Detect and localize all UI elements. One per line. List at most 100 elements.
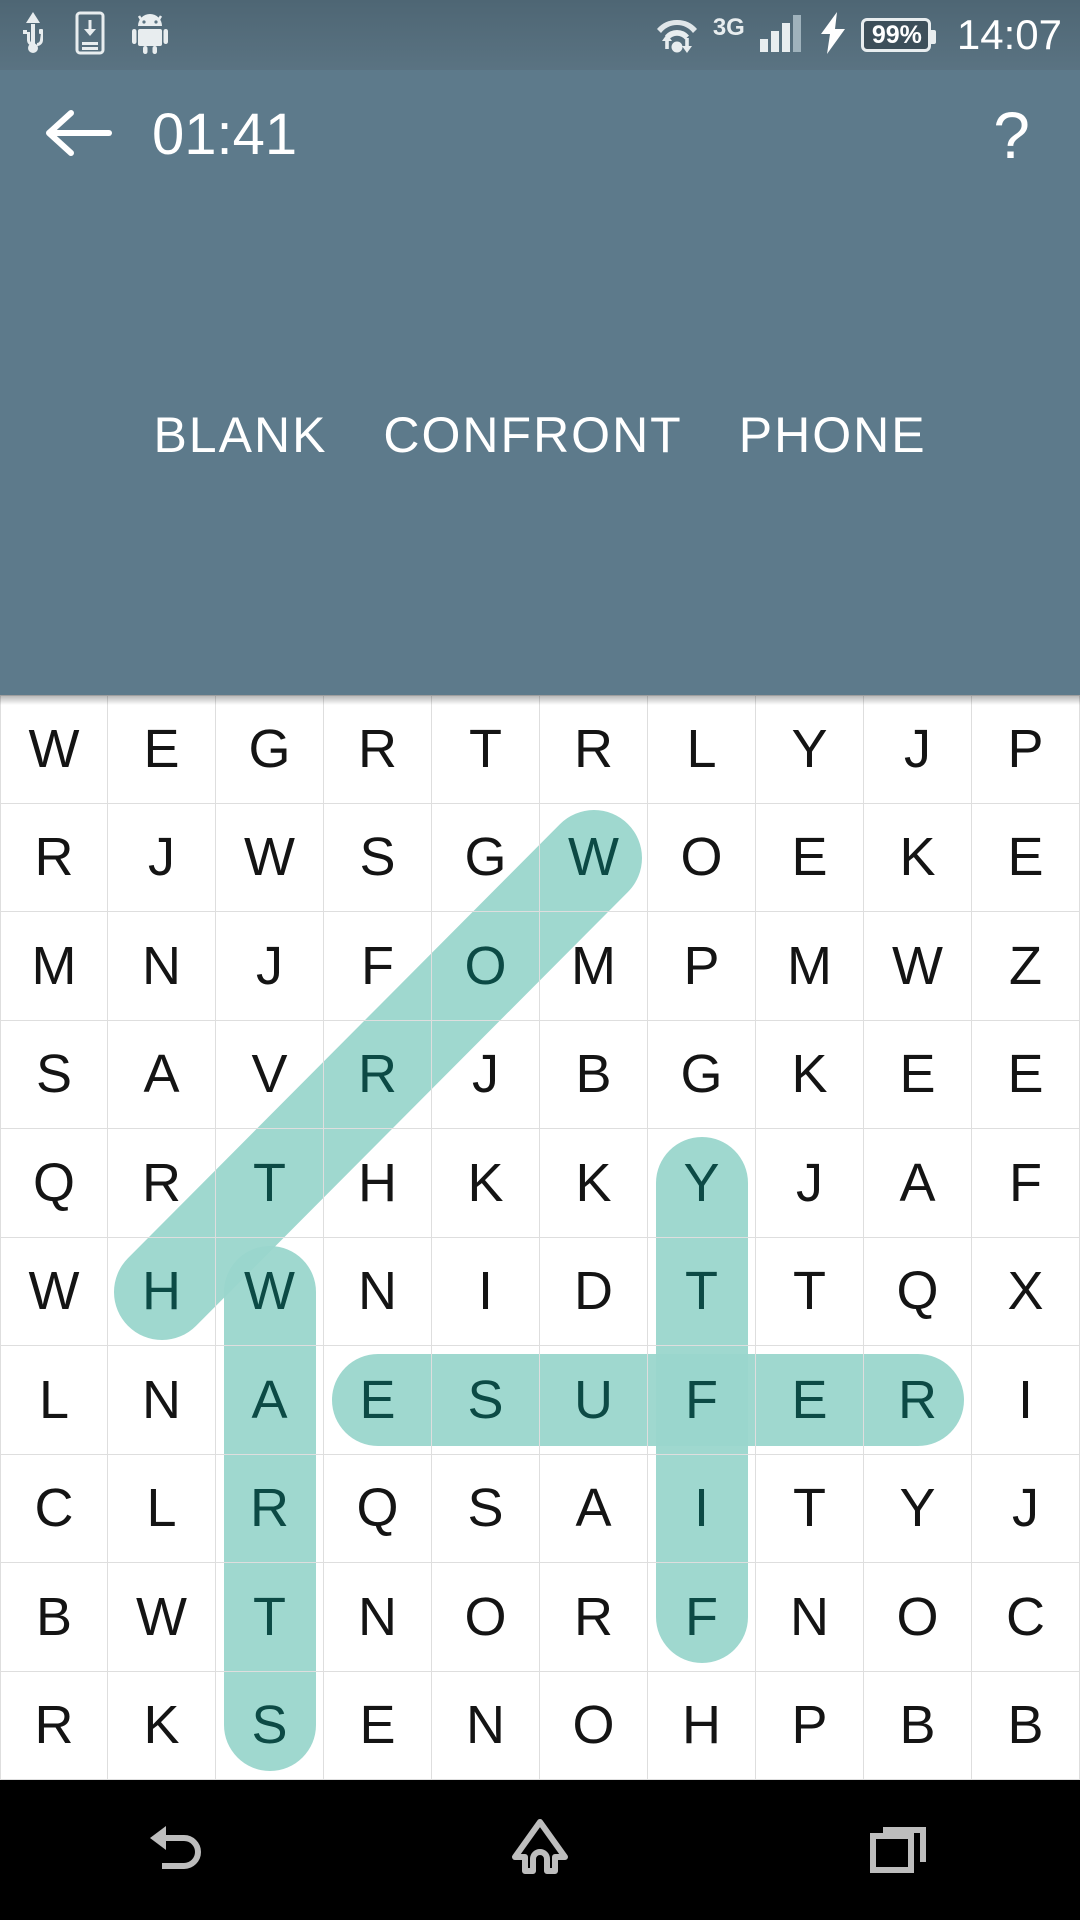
grid-cell[interactable]: Q [0, 1129, 108, 1238]
grid-cell[interactable]: L [108, 1454, 216, 1563]
grid-cell[interactable]: C [972, 1563, 1080, 1672]
grid-cell[interactable]: L [648, 695, 756, 804]
grid-cell[interactable]: R [540, 695, 648, 804]
grid-cell[interactable]: K [756, 1020, 864, 1129]
grid-cell[interactable]: E [972, 803, 1080, 912]
recents-nav-button[interactable] [825, 1795, 975, 1905]
grid-cell[interactable]: M [756, 912, 864, 1021]
grid-cell[interactable]: T [756, 1454, 864, 1563]
grid-cell[interactable]: T [432, 695, 540, 804]
grid-cell[interactable]: S [0, 1020, 108, 1129]
grid-cell[interactable]: N [324, 1563, 432, 1672]
grid-cell[interactable]: F [648, 1346, 756, 1455]
grid-cell[interactable]: N [108, 1346, 216, 1455]
grid-cell[interactable]: T [756, 1237, 864, 1346]
grid-cell[interactable]: B [0, 1563, 108, 1672]
grid-cell[interactable]: E [972, 1020, 1080, 1129]
grid-cell[interactable]: R [216, 1454, 324, 1563]
grid-cell[interactable]: A [540, 1454, 648, 1563]
grid-cell[interactable]: W [0, 1237, 108, 1346]
grid-cell[interactable]: K [108, 1671, 216, 1780]
grid-cell[interactable]: W [540, 803, 648, 912]
home-nav-button[interactable] [465, 1795, 615, 1905]
grid-cell[interactable]: S [324, 803, 432, 912]
grid-cell[interactable]: C [0, 1454, 108, 1563]
grid-cell[interactable]: F [972, 1129, 1080, 1238]
grid-cell[interactable]: R [540, 1563, 648, 1672]
grid-cell[interactable]: J [432, 1020, 540, 1129]
grid-cell[interactable]: L [0, 1346, 108, 1455]
grid-cell[interactable]: E [108, 695, 216, 804]
grid-cell[interactable]: H [108, 1237, 216, 1346]
grid-cell[interactable]: Y [864, 1454, 972, 1563]
grid-cell[interactable]: W [0, 695, 108, 804]
grid-cell[interactable]: B [864, 1671, 972, 1780]
grid-cell[interactable]: P [756, 1671, 864, 1780]
grid-cell[interactable]: S [432, 1346, 540, 1455]
grid-cell[interactable]: W [216, 1237, 324, 1346]
back-button[interactable] [40, 97, 116, 173]
grid-cell[interactable]: J [108, 803, 216, 912]
grid-cell[interactable]: B [972, 1671, 1080, 1780]
grid-cell[interactable]: S [432, 1454, 540, 1563]
grid-cell[interactable]: U [540, 1346, 648, 1455]
grid-cell[interactable]: Y [756, 695, 864, 804]
grid-cell[interactable]: E [756, 803, 864, 912]
grid-cell[interactable]: O [540, 1671, 648, 1780]
grid-cell[interactable]: O [648, 803, 756, 912]
grid-cell[interactable]: J [864, 695, 972, 804]
grid-cell[interactable]: T [216, 1563, 324, 1672]
grid-cell[interactable]: B [540, 1020, 648, 1129]
grid-cell[interactable]: E [324, 1346, 432, 1455]
word-search-grid[interactable]: WEGRTRLYJPRJWSGWOEKEMNJFOMPMWZSAVRJBGKEE… [0, 695, 1080, 1780]
grid-cell[interactable]: E [324, 1671, 432, 1780]
grid-cell[interactable]: R [0, 1671, 108, 1780]
grid-cell[interactable]: A [108, 1020, 216, 1129]
grid-cell[interactable]: N [432, 1671, 540, 1780]
grid-cell[interactable]: R [864, 1346, 972, 1455]
grid-cell[interactable]: S [216, 1671, 324, 1780]
grid-cell[interactable]: Q [864, 1237, 972, 1346]
help-button[interactable]: ? [993, 102, 1040, 168]
grid-cell[interactable]: D [540, 1237, 648, 1346]
word-item[interactable]: PHONE [739, 410, 927, 460]
grid-cell[interactable]: J [756, 1129, 864, 1238]
grid-cell[interactable]: K [540, 1129, 648, 1238]
grid-cell[interactable]: T [648, 1237, 756, 1346]
word-item[interactable]: BLANK [153, 410, 327, 460]
grid-cell[interactable]: O [432, 912, 540, 1021]
grid-cell[interactable]: N [756, 1563, 864, 1672]
back-nav-button[interactable] [105, 1795, 255, 1905]
grid-cell[interactable]: F [648, 1563, 756, 1672]
word-item[interactable]: CONFRONT [383, 410, 682, 460]
grid-cell[interactable]: X [972, 1237, 1080, 1346]
grid-cell[interactable]: J [216, 912, 324, 1021]
grid-cell[interactable]: O [432, 1563, 540, 1672]
grid-cell[interactable]: G [216, 695, 324, 804]
grid-cell[interactable]: M [0, 912, 108, 1021]
grid-cell[interactable]: P [648, 912, 756, 1021]
grid-cell[interactable]: F [324, 912, 432, 1021]
grid-cell[interactable]: E [864, 1020, 972, 1129]
grid-cell[interactable]: G [648, 1020, 756, 1129]
grid-cell[interactable]: R [108, 1129, 216, 1238]
grid-cell[interactable]: Z [972, 912, 1080, 1021]
grid-cell[interactable]: O [864, 1563, 972, 1672]
grid-cell[interactable]: J [972, 1454, 1080, 1563]
grid-cell[interactable]: N [108, 912, 216, 1021]
grid-cell[interactable]: E [756, 1346, 864, 1455]
grid-cell[interactable]: T [216, 1129, 324, 1238]
grid-cell[interactable]: H [648, 1671, 756, 1780]
grid-cell[interactable]: K [864, 803, 972, 912]
grid-cell[interactable]: I [648, 1454, 756, 1563]
grid-cell[interactable]: I [972, 1346, 1080, 1455]
grid-cell[interactable]: W [108, 1563, 216, 1672]
grid-cell[interactable]: N [324, 1237, 432, 1346]
grid-cell[interactable]: R [324, 695, 432, 804]
grid-cell[interactable]: A [864, 1129, 972, 1238]
grid-cell[interactable]: W [216, 803, 324, 912]
grid-cell[interactable]: G [432, 803, 540, 912]
grid-cell[interactable]: M [540, 912, 648, 1021]
grid-cell[interactable]: K [432, 1129, 540, 1238]
grid-cell[interactable]: P [972, 695, 1080, 804]
